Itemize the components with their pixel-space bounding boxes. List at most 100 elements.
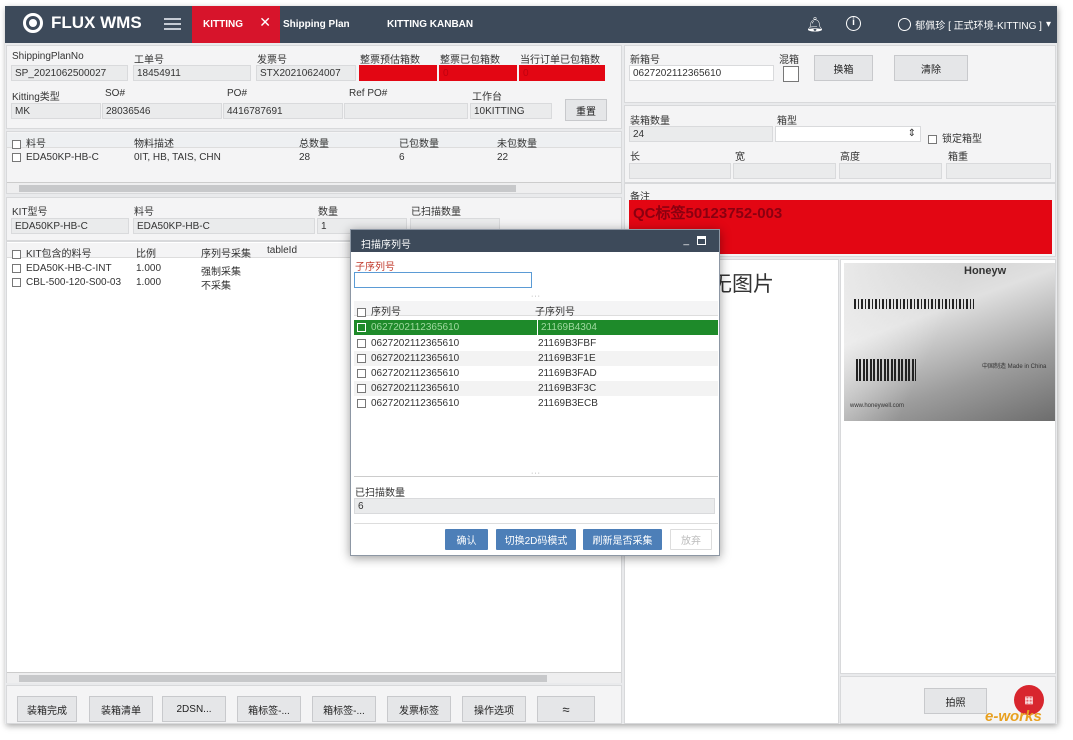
width-label: 宽 — [735, 152, 745, 163]
close-icon[interactable]: ✕ — [259, 14, 271, 31]
row-checkbox[interactable] — [357, 398, 366, 408]
work-order-label: 工单号 — [134, 55, 164, 66]
est-boxes-field[interactable] — [359, 65, 437, 81]
width-field[interactable] — [733, 163, 836, 179]
box-weight-field[interactable] — [946, 163, 1051, 179]
operation-options-button[interactable]: 操作选项 — [462, 696, 526, 722]
select-all-checkbox[interactable] — [357, 307, 366, 317]
mixed-box-checkbox[interactable] — [783, 66, 799, 82]
table-row[interactable]: 0627202112365610 21169B3F1E — [354, 351, 718, 366]
horizontal-scrollbar[interactable] — [7, 672, 621, 683]
bell-icon[interactable]: 🔔︎ — [806, 16, 824, 32]
switch-2d-mode-button[interactable]: 切换2D码模式 — [496, 529, 576, 550]
cell-serial: 0627202112365610 — [371, 338, 460, 349]
sub-serial-label: 子序列号 — [355, 262, 395, 273]
current-order-boxes-field[interactable]: 0 — [519, 65, 605, 81]
abandon-button[interactable]: 放弃 — [670, 529, 712, 550]
info-icon[interactable]: i — [846, 16, 861, 31]
pack-complete-button[interactable]: 装箱完成 — [17, 696, 77, 722]
height-field[interactable] — [839, 163, 942, 179]
col-ratio: 比例 — [136, 249, 156, 260]
row-checkbox[interactable] — [12, 152, 21, 162]
shipping-plan-no-label: ShippingPlanNo — [12, 51, 84, 62]
2dsn-button[interactable]: 2DSN... — [162, 696, 226, 722]
col-desc: 物料描述 — [134, 139, 174, 150]
invoice-no-field[interactable]: STX20210624007 — [256, 65, 356, 81]
packing-list-button[interactable]: 装箱清单 — [89, 696, 153, 722]
tab-kitting[interactable]: KITTING ✕ — [192, 6, 280, 43]
cell-serial: 0627202112365610 — [371, 353, 460, 364]
row-checkbox[interactable] — [12, 263, 21, 273]
scanned-qty-field[interactable]: 6 — [354, 498, 715, 514]
ref-po-field[interactable] — [344, 103, 468, 119]
app-window: FLUX WMS KITTING ✕ Shipping Plan KITTING … — [5, 6, 1057, 724]
tab-kitting-kanban[interactable]: KITTING KANBAN — [387, 6, 473, 43]
cell-serial-collect: 不采集 — [201, 281, 231, 292]
box-qty-field[interactable]: 24 — [629, 126, 773, 142]
kit-part-field[interactable]: EDA50KP-HB-C — [133, 218, 315, 234]
current-order-boxes-label: 当行订单已包箱数 — [520, 55, 600, 66]
box-type-select[interactable]: ⇕ — [775, 126, 921, 142]
shipping-plan-no-field[interactable]: SP_2021062500027 — [11, 65, 128, 81]
chevron-down-icon: ▾ — [1045, 19, 1051, 30]
row-checkbox[interactable] — [12, 277, 21, 287]
work-order-field[interactable]: 18454911 — [133, 65, 251, 81]
workstation-field[interactable]: 10KITTING — [470, 103, 552, 119]
new-box-field[interactable]: 0627202112365610 — [629, 65, 774, 81]
horizontal-scrollbar[interactable] — [7, 182, 621, 193]
maximize-icon[interactable] — [697, 236, 706, 245]
height-label: 高度 — [840, 152, 860, 163]
col-serial: 序列号 — [371, 307, 401, 318]
table-row[interactable]: 0627202112365610 21169B3FBF — [354, 336, 718, 351]
tab-kitting-label: KITTING — [203, 19, 243, 30]
change-box-button[interactable]: 换箱 — [814, 55, 873, 81]
select-all-checkbox[interactable] — [12, 249, 21, 259]
kit-model-field[interactable]: EDA50KP-HB-C — [11, 218, 129, 234]
row-checkbox[interactable] — [357, 383, 366, 393]
confirm-button[interactable]: 确认 — [445, 529, 488, 550]
box-label-button-1[interactable]: 箱标签-... — [237, 696, 301, 722]
photo-made-in-text: 中国制造 Made in China — [982, 364, 1047, 370]
col-table-id: tableId — [267, 245, 298, 256]
row-checkbox[interactable] — [357, 338, 366, 348]
col-serial-collect: 序列号采集 — [201, 249, 251, 260]
select-all-checkbox[interactable] — [12, 139, 21, 149]
table-row[interactable]: 0627202112365610 21169B3F3C — [354, 381, 718, 396]
kitting-type-field[interactable]: MK — [11, 103, 101, 119]
table-row[interactable]: 0627202112365610 21169B3FAD — [354, 366, 718, 381]
invoice-label-button[interactable]: 发票标签 — [387, 696, 451, 722]
row-checkbox[interactable] — [357, 353, 366, 363]
cell-sub-serial: 21169B3F3C — [538, 383, 597, 394]
packed-boxes-field[interactable]: 0 — [439, 65, 517, 81]
chevron-up-icon[interactable]: ≈ — [537, 696, 595, 722]
sub-serial-input[interactable] — [354, 272, 532, 288]
menu-icon[interactable] — [164, 15, 181, 31]
so-field[interactable]: 28036546 — [102, 103, 222, 119]
divider — [354, 523, 718, 524]
take-photo-button[interactable]: 拍照 — [924, 688, 987, 714]
splitter-grip[interactable]: ··· — [531, 470, 541, 477]
box-label-button-2[interactable]: 箱标签-... — [312, 696, 376, 722]
lock-box-type[interactable]: 锁定箱型 — [928, 130, 982, 145]
row-checkbox[interactable] — [357, 322, 366, 332]
ref-po-label: Ref PO# — [349, 88, 388, 99]
est-boxes-label: 整票预估箱数 — [360, 55, 420, 66]
lock-box-type-checkbox[interactable] — [928, 134, 937, 144]
user-name: 郁佩珍 [ 正式环境-KITTING ] — [915, 21, 1042, 32]
reset-button[interactable]: 重置 — [565, 99, 607, 121]
length-field[interactable] — [629, 163, 731, 179]
minimize-icon[interactable]: _ — [683, 235, 689, 246]
bottom-toolbar: 装箱完成 装箱清单 2DSN... 箱标签-... 箱标签-... 发票标签 操… — [6, 685, 622, 724]
logo-icon — [23, 13, 43, 33]
box-form: 新箱号 0627202112365610 混箱 换箱 清除 — [624, 45, 1056, 103]
po-field[interactable]: 4416787691 — [223, 103, 343, 119]
table-row[interactable]: 0627202112365610 21169B3ECB — [354, 396, 718, 411]
refresh-collect-button[interactable]: 刷新是否采集 — [583, 529, 662, 550]
table-row-selected[interactable]: 0627202112365610 21169B4304 — [354, 320, 718, 335]
tab-shipping-plan[interactable]: Shipping Plan — [283, 6, 350, 43]
clear-button[interactable]: 清除 — [894, 55, 968, 81]
table-row[interactable]: EDA50KP-HB-C 0IT, HB, TAIS, CHN 28 6 22 — [7, 150, 621, 165]
splitter-grip[interactable]: ··· — [531, 293, 541, 300]
user-menu[interactable]: 郁佩珍 [ 正式环境-KITTING ] ▾ — [898, 17, 1051, 32]
row-checkbox[interactable] — [357, 368, 366, 378]
